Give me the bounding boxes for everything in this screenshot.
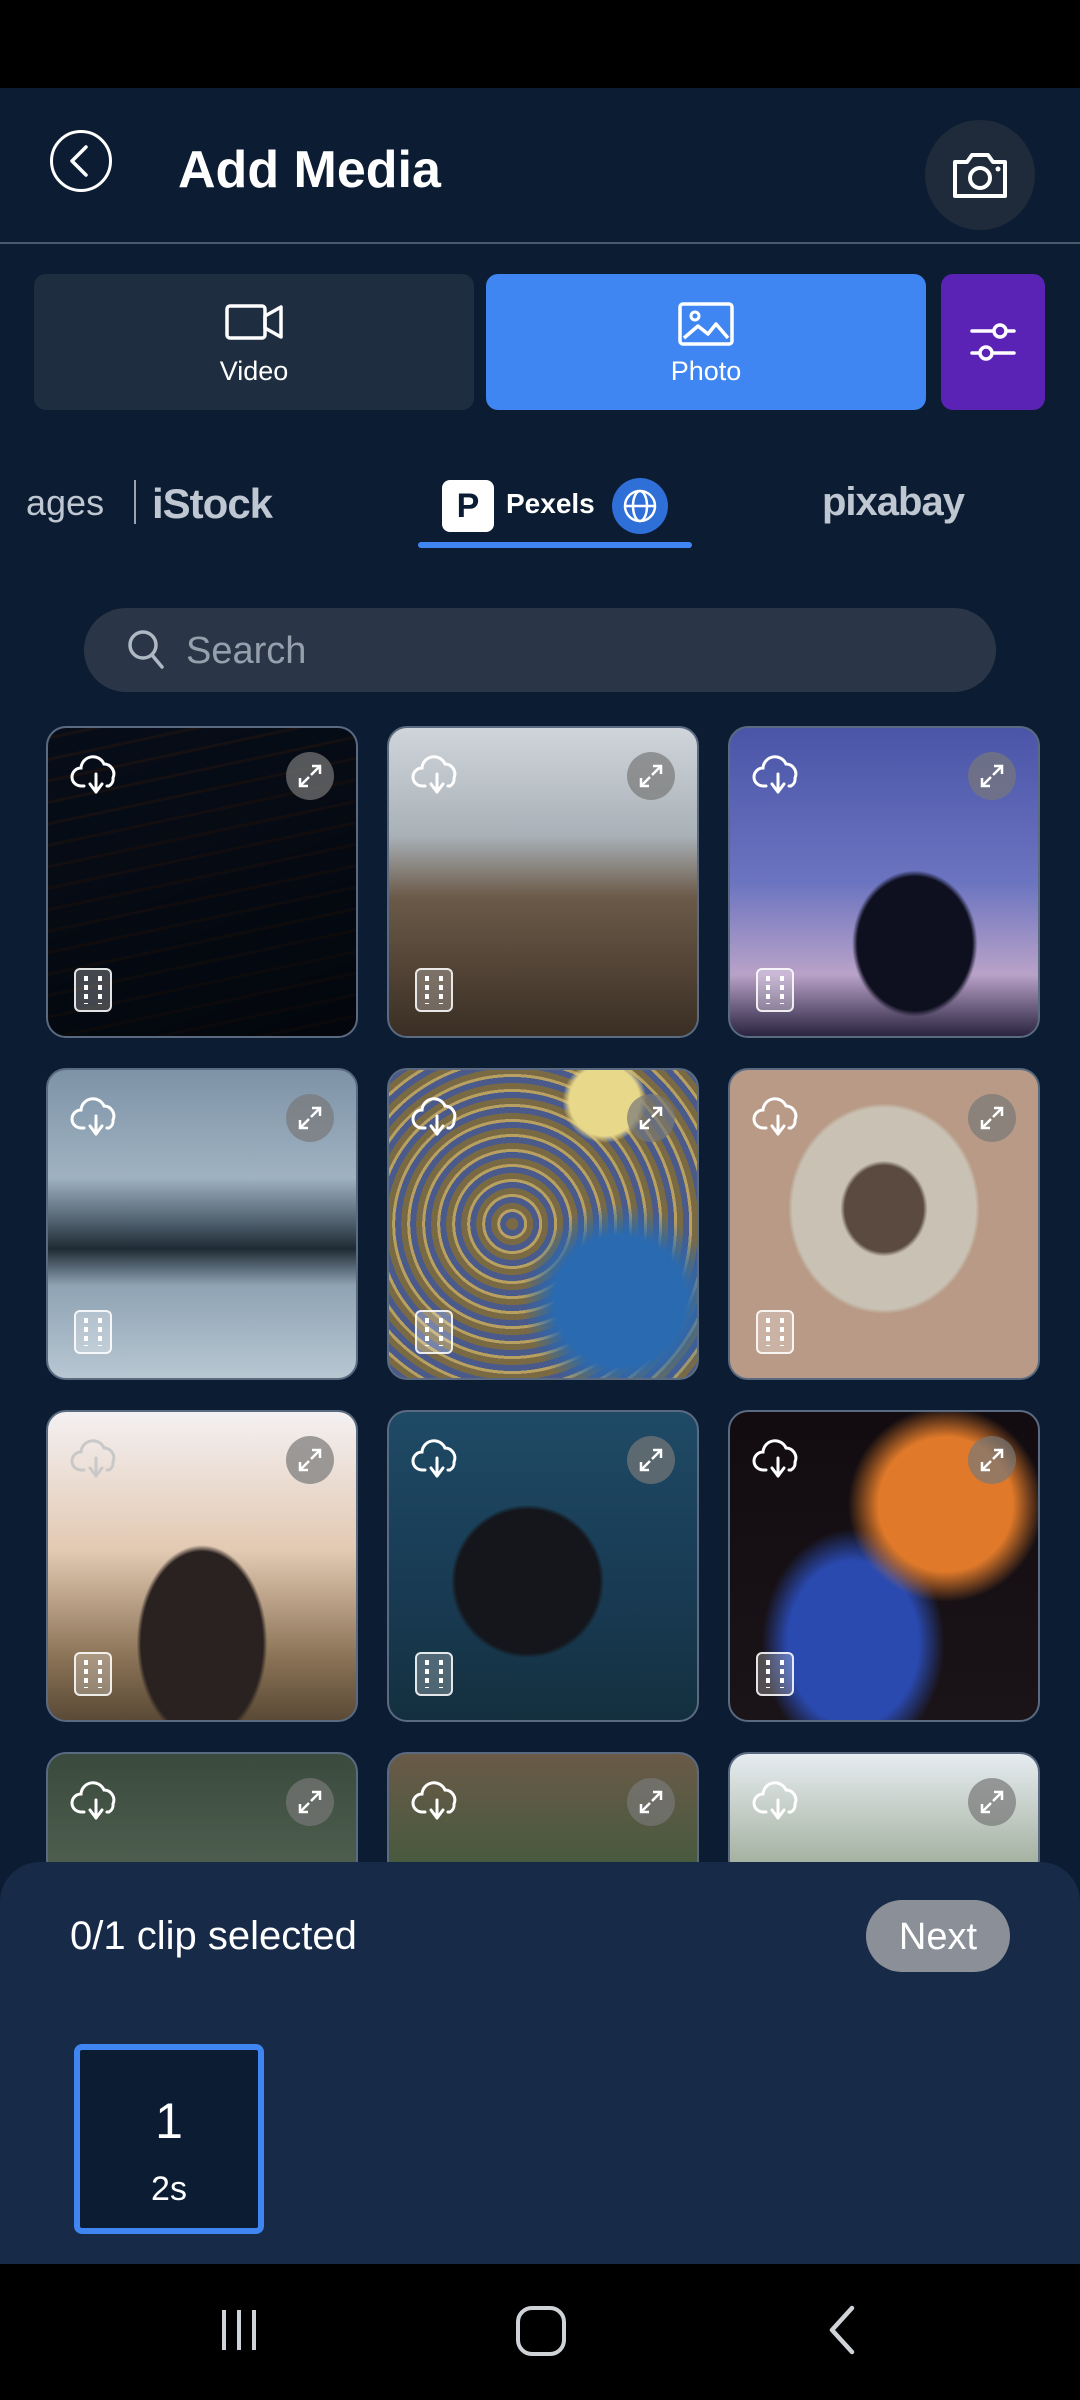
cloud-download-icon[interactable] bbox=[752, 1436, 804, 1482]
expand-button[interactable] bbox=[627, 1436, 675, 1484]
photo-tile[interactable] bbox=[728, 726, 1040, 1038]
home-icon[interactable] bbox=[514, 2304, 568, 2358]
recent-apps-icon[interactable] bbox=[214, 2304, 264, 2354]
expand-icon bbox=[980, 1790, 1004, 1814]
camera-button[interactable] bbox=[925, 120, 1035, 230]
photo-type-icon bbox=[74, 968, 112, 1012]
cloud-download-icon[interactable] bbox=[70, 752, 122, 798]
source-pixabay[interactable]: pixabay bbox=[822, 480, 965, 525]
photo-type-icon bbox=[756, 1652, 794, 1696]
search-bar[interactable] bbox=[84, 608, 996, 694]
expand-icon bbox=[980, 764, 1004, 788]
expand-button[interactable] bbox=[286, 752, 334, 800]
expand-button[interactable] bbox=[627, 752, 675, 800]
photo-type-icon bbox=[415, 968, 453, 1012]
source-active-indicator bbox=[418, 542, 692, 548]
system-nav-bar bbox=[0, 2264, 1080, 2400]
source-tabs: ages iStock P Pexels pixabay bbox=[0, 460, 1080, 550]
source-divider bbox=[134, 480, 136, 524]
cloud-download-icon[interactable] bbox=[411, 1436, 463, 1482]
filter-button[interactable] bbox=[941, 274, 1045, 410]
expand-icon bbox=[639, 1790, 663, 1814]
cloud-download-icon[interactable] bbox=[411, 1778, 463, 1824]
camera-icon bbox=[953, 153, 1007, 198]
photo-tile[interactable] bbox=[46, 1410, 358, 1722]
chevron-left-icon bbox=[70, 145, 88, 177]
back-nav-icon[interactable] bbox=[822, 2304, 862, 2356]
search-input[interactable] bbox=[184, 608, 948, 694]
photo-tile[interactable] bbox=[387, 726, 699, 1038]
cloud-download-icon[interactable] bbox=[752, 1094, 804, 1140]
cloud-download-icon[interactable] bbox=[752, 752, 804, 798]
photo-type-icon bbox=[415, 1310, 453, 1354]
expand-button[interactable] bbox=[968, 1778, 1016, 1826]
expand-icon bbox=[298, 764, 322, 788]
photo-tile[interactable] bbox=[46, 1752, 358, 1862]
photo-tile[interactable] bbox=[46, 1068, 358, 1380]
back-button[interactable] bbox=[50, 130, 112, 192]
video-camera-icon bbox=[225, 304, 283, 340]
clip-duration: 2s bbox=[151, 2170, 187, 2208]
cloud-download-icon[interactable] bbox=[411, 752, 463, 798]
photo-tile[interactable] bbox=[46, 726, 358, 1038]
status-bar bbox=[0, 0, 1080, 88]
sliders-icon bbox=[970, 323, 1016, 361]
photo-type-icon bbox=[74, 1652, 112, 1696]
photo-type-icon bbox=[756, 1310, 794, 1354]
source-istock[interactable]: iStock bbox=[152, 480, 273, 528]
tab-photo-label: Photo bbox=[670, 356, 742, 386]
expand-icon bbox=[298, 1448, 322, 1472]
cloud-download-icon[interactable] bbox=[70, 1436, 122, 1482]
expand-button[interactable] bbox=[968, 752, 1016, 800]
pexels-logo-icon: P bbox=[442, 480, 494, 532]
expand-icon bbox=[980, 1448, 1004, 1472]
search-icon bbox=[128, 630, 164, 669]
cloud-download-icon[interactable] bbox=[752, 1778, 804, 1824]
expand-icon bbox=[639, 1448, 663, 1472]
photo-type-icon bbox=[415, 1652, 453, 1696]
photo-tile[interactable] bbox=[728, 1410, 1040, 1722]
next-button[interactable]: Next bbox=[866, 1900, 1010, 1972]
photo-tile[interactable] bbox=[387, 1410, 699, 1722]
photo-type-icon bbox=[756, 968, 794, 1012]
photo-grid[interactable] bbox=[0, 726, 1080, 1862]
expand-icon bbox=[639, 764, 663, 788]
globe-icon bbox=[612, 478, 668, 534]
clip-slot[interactable]: 1 2s bbox=[74, 2044, 264, 2234]
tab-video[interactable]: Video bbox=[34, 274, 474, 410]
expand-button[interactable] bbox=[627, 1094, 675, 1142]
tab-video-label: Video bbox=[219, 356, 289, 386]
clip-number: 1 bbox=[155, 2093, 183, 2149]
header: Add Media bbox=[0, 88, 1080, 244]
photo-tile[interactable] bbox=[387, 1068, 699, 1380]
photo-type-icon bbox=[74, 1310, 112, 1354]
expand-button[interactable] bbox=[968, 1436, 1016, 1484]
expand-button[interactable] bbox=[286, 1094, 334, 1142]
expand-icon bbox=[980, 1106, 1004, 1130]
cloud-download-icon[interactable] bbox=[70, 1778, 122, 1824]
tab-photo[interactable]: Photo bbox=[486, 274, 926, 410]
photo-tile[interactable] bbox=[728, 1068, 1040, 1380]
selection-panel: 0/1 clip selected Next 1 2s bbox=[0, 1862, 1080, 2264]
selection-count: 0/1 clip selected bbox=[70, 1914, 357, 1958]
source-images-partial[interactable]: ages bbox=[26, 482, 104, 524]
source-pexels[interactable]: P Pexels bbox=[442, 478, 668, 534]
expand-icon bbox=[639, 1106, 663, 1130]
expand-button[interactable] bbox=[627, 1778, 675, 1826]
page-title: Add Media bbox=[178, 141, 441, 199]
cloud-download-icon[interactable] bbox=[411, 1094, 463, 1140]
photo-tile[interactable] bbox=[728, 1752, 1040, 1862]
expand-button[interactable] bbox=[286, 1778, 334, 1826]
expand-icon bbox=[298, 1106, 322, 1130]
expand-icon bbox=[298, 1790, 322, 1814]
image-icon bbox=[678, 302, 734, 346]
cloud-download-icon[interactable] bbox=[70, 1094, 122, 1140]
photo-tile[interactable] bbox=[387, 1752, 699, 1862]
expand-button[interactable] bbox=[286, 1436, 334, 1484]
source-pexels-label: Pexels bbox=[506, 488, 595, 519]
expand-button[interactable] bbox=[968, 1094, 1016, 1142]
